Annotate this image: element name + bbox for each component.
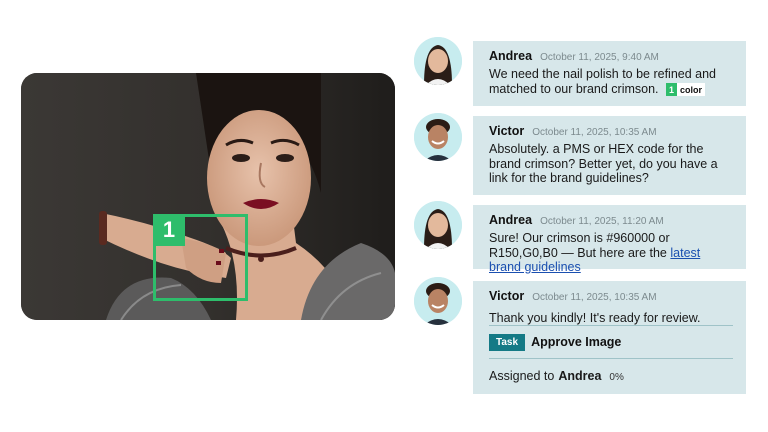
message-text: We need the nail polish to be refined an… [489,67,734,97]
color-tag[interactable]: 1 color [666,83,706,97]
message-timestamp: October 11, 2025, 10:35 AM [532,127,657,138]
task-assignment: Assigned to Andrea 0% [489,369,624,383]
message-body: Absolutely. a PMS or HEX code for the br… [489,142,718,185]
avatar-victor [414,113,462,161]
message-4: Victor October 11, 2025, 10:35 AM Thank … [473,281,746,394]
message-timestamp: October 11, 2025, 11:20 AM [540,216,664,227]
message-timestamp: October 11, 2025, 9:40 AM [540,52,659,63]
task-title[interactable]: Approve Image [531,335,621,349]
message-3: Andrea October 11, 2025, 11:20 AM Sure! … [473,205,746,274]
message-author: Victor [489,289,525,303]
avatar-andrea [414,37,462,85]
tag-number: 1 [666,83,678,97]
message-1: Andrea October 11, 2025, 9:40 AM We need… [473,41,746,106]
message-author: Victor [489,124,525,138]
message-body: Sure! Our crimson is #960000 or R150,G0,… [489,231,670,260]
tag-label: color [680,84,703,95]
message-author: Andrea [489,49,533,63]
message-text: Sure! Our crimson is #960000 or R150,G0,… [489,231,734,275]
task-progress: 0% [609,372,624,383]
assignee-name[interactable]: Andrea [558,369,601,383]
assigned-label: Assigned to [489,369,555,383]
task-badge: Task [489,333,526,351]
message-body: Thank you kindly! It's ready for review. [489,311,701,325]
avatar-andrea [414,201,462,249]
message-2: Victor October 11, 2025, 10:35 AM Absolu… [473,116,746,195]
message-timestamp: October 11, 2025, 10:35 AM [532,292,657,303]
message-author: Andrea [489,213,533,227]
avatar-victor [414,277,462,325]
task-row[interactable]: Task Approve Image [489,325,733,359]
annotation-marker-number[interactable]: 1 [153,214,185,246]
